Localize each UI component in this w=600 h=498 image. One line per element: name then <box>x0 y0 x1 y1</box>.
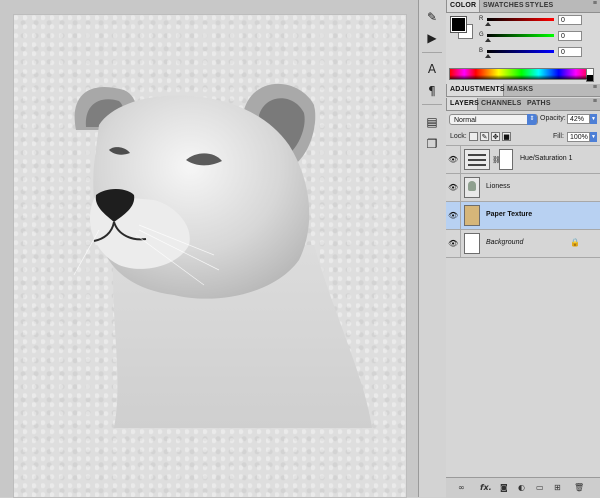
eye-icon[interactable]: 👁 <box>448 211 458 220</box>
green-value-field[interactable]: 0 <box>558 31 582 41</box>
lock-label: Lock: <box>450 133 467 140</box>
green-slider[interactable] <box>487 34 554 37</box>
notes-icon[interactable]: ▤ <box>423 113 441 131</box>
layers-list: 👁 ⛓ Hue/Saturation 1 👁 Lioness 👁 Paper T… <box>446 146 600 477</box>
red-slider-thumb[interactable] <box>485 22 491 26</box>
mask-icon[interactable]: ◙ <box>500 483 508 492</box>
trash-icon[interactable]: 🗑 <box>574 483 584 492</box>
tab-adjustments[interactable]: ADJUSTMENTS <box>446 84 505 96</box>
lioness-image <box>73 83 372 428</box>
eye-icon[interactable]: 👁 <box>448 183 458 192</box>
character-icon[interactable]: A <box>423 60 441 78</box>
layer-thumbnail[interactable] <box>464 205 480 226</box>
color-panel-tabs: COLOR SWATCHES STYLES ≡ <box>446 0 600 13</box>
eye-icon[interactable]: 👁 <box>448 155 458 164</box>
layers-panel-tabs: LAYERS CHANNELS PATHS ≡ <box>446 98 600 111</box>
blend-mode-select[interactable]: Normal ⇕ <box>449 114 538 125</box>
layer-row-lioness[interactable]: 👁 Lioness <box>446 174 600 202</box>
blue-slider[interactable] <box>487 50 554 53</box>
tab-layers[interactable]: LAYERS <box>446 98 479 110</box>
link-icon[interactable]: ∞ <box>458 483 465 492</box>
eye-icon[interactable]: 👁 <box>448 239 458 248</box>
lock-icon: 🔒 <box>570 238 580 247</box>
group-icon[interactable]: ▭ <box>536 483 544 492</box>
clone-source-icon[interactable]: ❐ <box>423 135 441 153</box>
visibility-toggle[interactable]: 👁 <box>446 174 461 201</box>
adjustments-panel-tabs: ADJUSTMENTS MASKS ≡ <box>446 84 600 97</box>
panel-menu-icon[interactable]: ≡ <box>593 84 597 91</box>
right-panels: COLOR SWATCHES STYLES ≡ R 0 G 0 B 0 ADJU… <box>446 0 600 498</box>
new-layer-icon[interactable]: ⊞ <box>554 483 561 492</box>
lock-all-icon[interactable]: ■ <box>502 132 511 141</box>
layer-name[interactable]: Lioness <box>486 183 510 190</box>
visibility-toggle[interactable]: 👁 <box>446 202 461 229</box>
paragraph-icon[interactable]: ¶ <box>423 82 441 100</box>
visibility-toggle[interactable]: 👁 <box>446 230 461 257</box>
tab-masks[interactable]: MASKS <box>504 84 536 96</box>
panel-icon-strip: ✎ ▶ A ¶ ▤ ❐ <box>418 0 447 497</box>
layer-thumbnail[interactable] <box>464 177 480 198</box>
red-value-field[interactable]: 0 <box>558 15 582 25</box>
layer-name[interactable]: Paper Texture <box>486 211 532 218</box>
green-label: G <box>479 32 484 38</box>
lock-transparency-icon[interactable] <box>469 132 478 141</box>
blend-mode-value: Normal <box>454 117 477 124</box>
fill-field[interactable]: 100% <box>567 132 590 142</box>
tab-paths[interactable]: PATHS <box>524 98 556 110</box>
layers-footer-bar: ∞ fx. ◙ ◐ ▭ ⊞ 🗑 <box>446 477 600 498</box>
layer-row-hue-saturation[interactable]: 👁 ⛓ Hue/Saturation 1 <box>446 146 600 174</box>
layer-name[interactable]: Background <box>486 239 523 246</box>
panel-menu-icon[interactable]: ≡ <box>593 98 597 105</box>
layer-row-paper-texture[interactable]: 👁 Paper Texture <box>446 202 600 230</box>
visibility-toggle[interactable]: 👁 <box>446 146 461 173</box>
opacity-field[interactable]: 42% <box>567 114 590 124</box>
blue-value-field[interactable]: 0 <box>558 47 582 57</box>
red-slider[interactable] <box>487 18 554 21</box>
tool-divider <box>422 52 442 53</box>
canvas-area[interactable] <box>0 0 418 497</box>
green-slider-thumb[interactable] <box>485 38 491 42</box>
blue-slider-thumb[interactable] <box>485 54 491 58</box>
fill-dropdown-icon[interactable]: ▼ <box>590 132 597 142</box>
fx-icon[interactable]: fx. <box>480 483 492 492</box>
fill-label: Fill: <box>553 133 564 140</box>
red-label: R <box>479 16 484 22</box>
tool-divider <box>422 104 442 105</box>
tab-styles[interactable]: STYLES <box>522 0 558 12</box>
layer-row-background[interactable]: 👁 Background 🔒 <box>446 230 600 258</box>
opacity-dropdown-icon[interactable]: ▼ <box>590 114 597 124</box>
panel-menu-icon[interactable]: ≡ <box>593 0 597 7</box>
tab-color[interactable]: COLOR <box>446 0 480 12</box>
actions-icon[interactable]: ▶ <box>423 29 441 47</box>
layer-mask-thumbnail[interactable] <box>499 149 513 170</box>
blue-label: B <box>479 48 484 54</box>
lock-position-icon[interactable]: ✥ <box>491 132 500 141</box>
layers-options-bar: Normal ⇕ Opacity: 42% ▼ Lock: ✎ ✥ ■ Fill… <box>446 111 600 146</box>
color-spectrum-ramp[interactable] <box>449 68 594 82</box>
document-canvas[interactable] <box>14 15 406 497</box>
lock-pixels-icon[interactable]: ✎ <box>480 132 489 141</box>
opacity-label: Opacity: <box>540 115 566 122</box>
history-brush-icon[interactable]: ✎ <box>423 8 441 26</box>
adjustment-icon[interactable]: ◐ <box>518 483 525 492</box>
black-white-swatch[interactable] <box>586 68 594 82</box>
adjustment-layer-icon <box>464 149 490 170</box>
layer-name[interactable]: Hue/Saturation 1 <box>520 155 573 162</box>
tab-channels[interactable]: CHANNELS <box>478 98 524 110</box>
foreground-color-swatch[interactable] <box>451 17 466 32</box>
layer-thumbnail[interactable] <box>464 233 480 254</box>
chevron-down-icon[interactable]: ⇕ <box>527 114 537 125</box>
tab-swatches[interactable]: SWATCHES <box>480 0 524 12</box>
